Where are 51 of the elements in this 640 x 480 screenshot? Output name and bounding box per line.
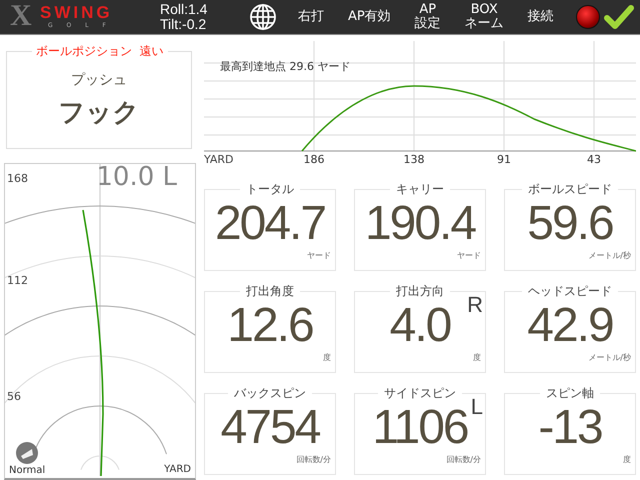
shot-shape-primary: プッシュ bbox=[71, 70, 127, 88]
toolbar-button[interactable]: AP有効 bbox=[344, 10, 395, 24]
metric-value: 59.6 bbox=[527, 198, 613, 250]
distance-label: 112 bbox=[7, 274, 28, 287]
toolbar-button[interactable]: AP 設定 bbox=[410, 3, 445, 31]
shot-shape-secondary: フック bbox=[58, 96, 140, 130]
metric-unit: 回転数/分 bbox=[296, 454, 331, 465]
axis-tick-label: 43 bbox=[586, 153, 602, 166]
metric-title: トータル bbox=[240, 181, 300, 198]
metric-value: 4.0 bbox=[390, 300, 450, 352]
apex-height-label: 最高到達地点 29.6 ヤード bbox=[220, 59, 350, 74]
unit-label: YARD bbox=[164, 464, 191, 475]
metric-value: 1106 bbox=[372, 402, 468, 454]
axis-tick-label: 138 bbox=[402, 153, 426, 166]
metric-unit: メートル/秒 bbox=[588, 352, 631, 363]
metric-value: 190.4 bbox=[364, 198, 476, 250]
direction-indicator: R bbox=[467, 292, 483, 318]
metric-value: 12.6 bbox=[227, 300, 313, 352]
distance-label: 56 bbox=[7, 390, 21, 403]
metric-title: キャリー bbox=[390, 181, 450, 198]
axis-tick-label: 186 bbox=[302, 153, 326, 166]
metric-title: スピン軸 bbox=[540, 385, 600, 402]
metric-unit: 回転数/分 bbox=[446, 454, 481, 465]
metric-unit: ヤード bbox=[457, 250, 481, 261]
metric-unit: 度 bbox=[473, 352, 481, 363]
metric-title: 打出方向 bbox=[390, 283, 450, 300]
metric-unit: 度 bbox=[623, 454, 631, 465]
metric-title: バックスピン bbox=[228, 385, 312, 402]
metric-value: 204.7 bbox=[214, 198, 326, 250]
deviation-reading: 10.0 L bbox=[96, 162, 177, 192]
club-head-icon[interactable] bbox=[15, 441, 40, 465]
toolbar-button[interactable]: BOX ネーム bbox=[460, 3, 508, 31]
metric-title: サイドスピン bbox=[378, 385, 462, 402]
metric-value: -13 bbox=[538, 402, 602, 454]
metric-unit: 度 bbox=[323, 352, 331, 363]
club-mode-label: Normal bbox=[9, 465, 46, 476]
roll-reading: Roll:1.4 bbox=[160, 2, 208, 17]
globe-icon[interactable] bbox=[248, 2, 278, 32]
toolbar-button[interactable]: 接続 bbox=[524, 10, 558, 24]
direction-indicator: L bbox=[470, 394, 483, 420]
metric-title: 打出角度 bbox=[240, 283, 300, 300]
axis-unit-label: YARD bbox=[204, 153, 234, 166]
metric-unit: メートル/秒 bbox=[588, 250, 631, 261]
checkmark-icon[interactable] bbox=[604, 4, 634, 30]
metric-value: 4754 bbox=[220, 402, 320, 454]
axis-tick-label: 91 bbox=[496, 153, 512, 166]
distance-label: 168 bbox=[7, 172, 28, 185]
metric-unit: ヤード bbox=[307, 250, 331, 261]
toolbar-button[interactable]: 右打 bbox=[294, 10, 328, 24]
tilt-reading: Tilt:-0.2 bbox=[160, 17, 208, 32]
metric-value: 42.9 bbox=[527, 300, 613, 352]
